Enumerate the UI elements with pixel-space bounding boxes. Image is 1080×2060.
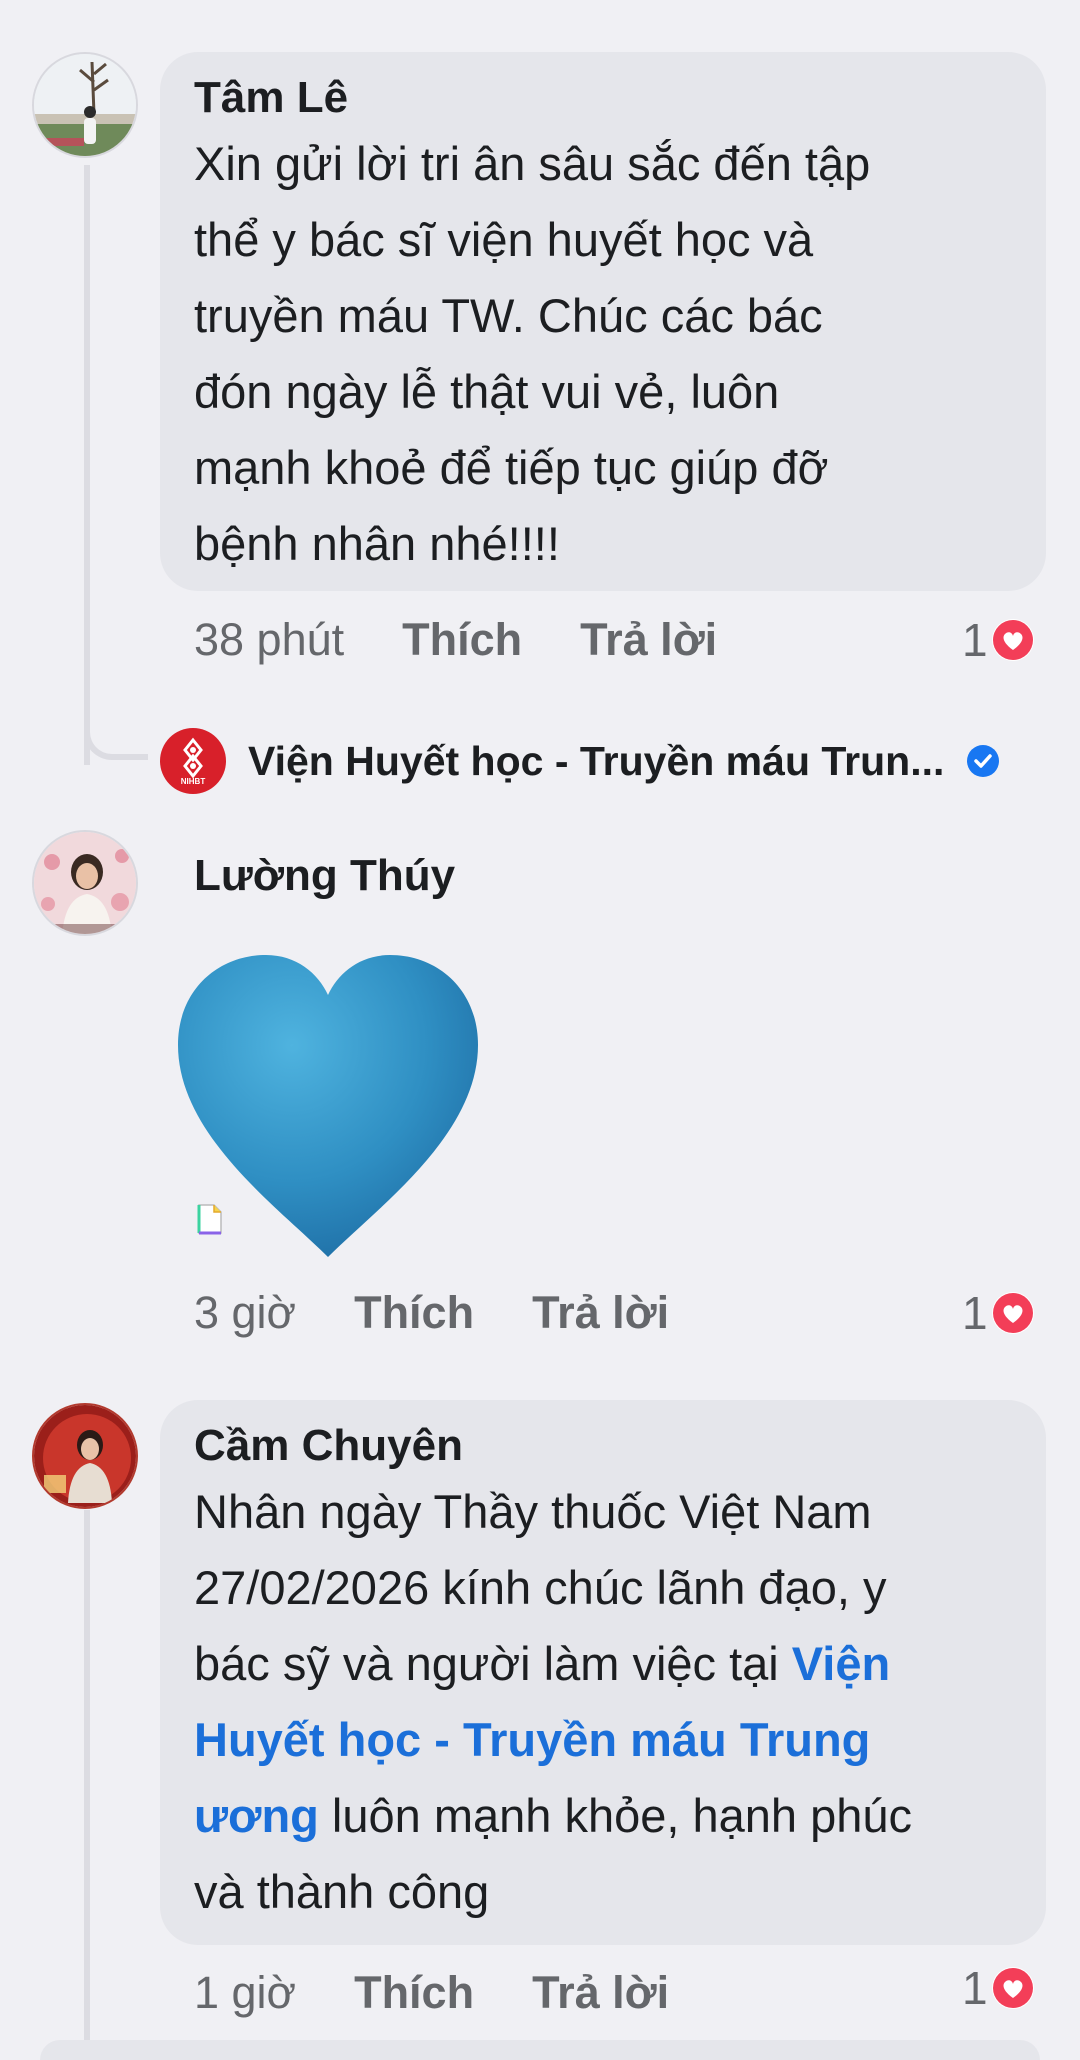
page-mention-link[interactable]: Huyết học - Truyền máu Trung [194, 1702, 1012, 1778]
avatar-photo [34, 54, 136, 156]
reply-author-name[interactable]: Viện Huyết học - Truyền máu Trun... [248, 738, 944, 785]
page-logo-text: NIHBT [180, 777, 206, 786]
avatar-photo [34, 832, 136, 934]
comment-bubble[interactable]: Tâm Lê Xin gửi lời tri ân sâu sắc đến tậ… [160, 52, 1046, 591]
comment-author[interactable]: Cầm Chuyên [194, 1418, 1012, 1474]
comment-text-line: đón ngày lễ thật vui vẻ, luôn [194, 365, 780, 418]
text-span: luôn mạnh khỏe, hạnh phúc [318, 1789, 913, 1842]
comment-text-line: bác sỹ và người làm việc tại Viện [194, 1626, 1012, 1702]
reaction-summary[interactable]: 1 [962, 1958, 1034, 2018]
page-mention-link[interactable]: ương [194, 1789, 319, 1842]
love-reaction-icon [991, 1292, 1034, 1334]
comment-text: Nhân ngày Thầy thuốc Việt Nam 27/02/2026… [194, 1474, 1012, 1930]
file-icon [196, 1203, 224, 1240]
next-comment-edge [40, 2040, 1040, 2060]
reaction-count: 1 [962, 614, 988, 666]
thread-line [84, 1510, 90, 2051]
comment-meta: 1 giờ Thích Trả lời [194, 1963, 669, 2023]
comment-time[interactable]: 1 giờ [194, 1967, 296, 2019]
comment-text-line: bệnh nhân nhé!!!! [194, 517, 560, 570]
reply-button[interactable]: Trả lời [580, 614, 717, 666]
comment-meta: 3 giờ Thích Trả lời [194, 1283, 669, 1343]
like-button[interactable]: Thích [354, 1287, 474, 1339]
avatar[interactable] [32, 830, 138, 936]
reply-preview[interactable]: NIHBT Viện Huyết học - Truyền máu Trun..… [160, 728, 1000, 794]
like-button[interactable]: Thích [354, 1967, 474, 2019]
thread-line-curve [84, 730, 148, 760]
verified-badge-icon [966, 744, 1000, 778]
comment-time[interactable]: 38 phút [194, 614, 344, 666]
comment-author[interactable]: Tâm Lê [194, 70, 1012, 126]
comment-bubble[interactable]: Cầm Chuyên Nhân ngày Thầy thuốc Việt Nam… [160, 1400, 1046, 1945]
like-button[interactable]: Thích [402, 614, 522, 666]
love-reaction-icon [991, 619, 1034, 661]
reaction-count: 1 [962, 1287, 988, 1339]
reply-button[interactable]: Trả lời [532, 1287, 669, 1339]
comment-time[interactable]: 3 giờ [194, 1287, 296, 1339]
page-mention-link[interactable]: Viện [792, 1637, 890, 1690]
reply-button[interactable]: Trả lời [532, 1967, 669, 2019]
comment-text-line: truyền máu TW. Chúc các bác [194, 289, 823, 342]
reaction-count: 1 [962, 1962, 988, 2014]
avatar[interactable] [32, 52, 138, 158]
reaction-summary[interactable]: 1 [962, 1283, 1034, 1343]
comment-meta: 38 phút Thích Trả lời [194, 610, 717, 670]
reaction-summary[interactable]: 1 [962, 610, 1034, 670]
comment-text-line: ương luôn mạnh khỏe, hạnh phúc [194, 1778, 1012, 1854]
page-logo-icon: NIHBT [160, 728, 226, 794]
love-reaction-icon [991, 1967, 1034, 2009]
comment-text-line: thể y bác sĩ viện huyết học và [194, 213, 814, 266]
comment-text-line: và thành công [194, 1865, 490, 1918]
comment-text-line: 27/02/2026 kính chúc lãnh đạo, y [194, 1561, 887, 1614]
text-span: bác sỹ và người làm việc tại [194, 1637, 792, 1690]
comment-text-line: Nhân ngày Thầy thuốc Việt Nam [194, 1485, 872, 1538]
avatar[interactable] [32, 1403, 138, 1509]
comment-text-line: mạnh khoẻ để tiếp tục giúp đỡ [194, 441, 829, 494]
thread-line [84, 165, 90, 765]
avatar-photo [34, 1405, 136, 1507]
comment-text-line: Xin gửi lời tri ân sâu sắc đến tập [194, 137, 871, 190]
comment-author[interactable]: Lường Thúy [194, 848, 455, 904]
comment-text: Xin gửi lời tri ân sâu sắc đến tập thể y… [194, 126, 1012, 582]
